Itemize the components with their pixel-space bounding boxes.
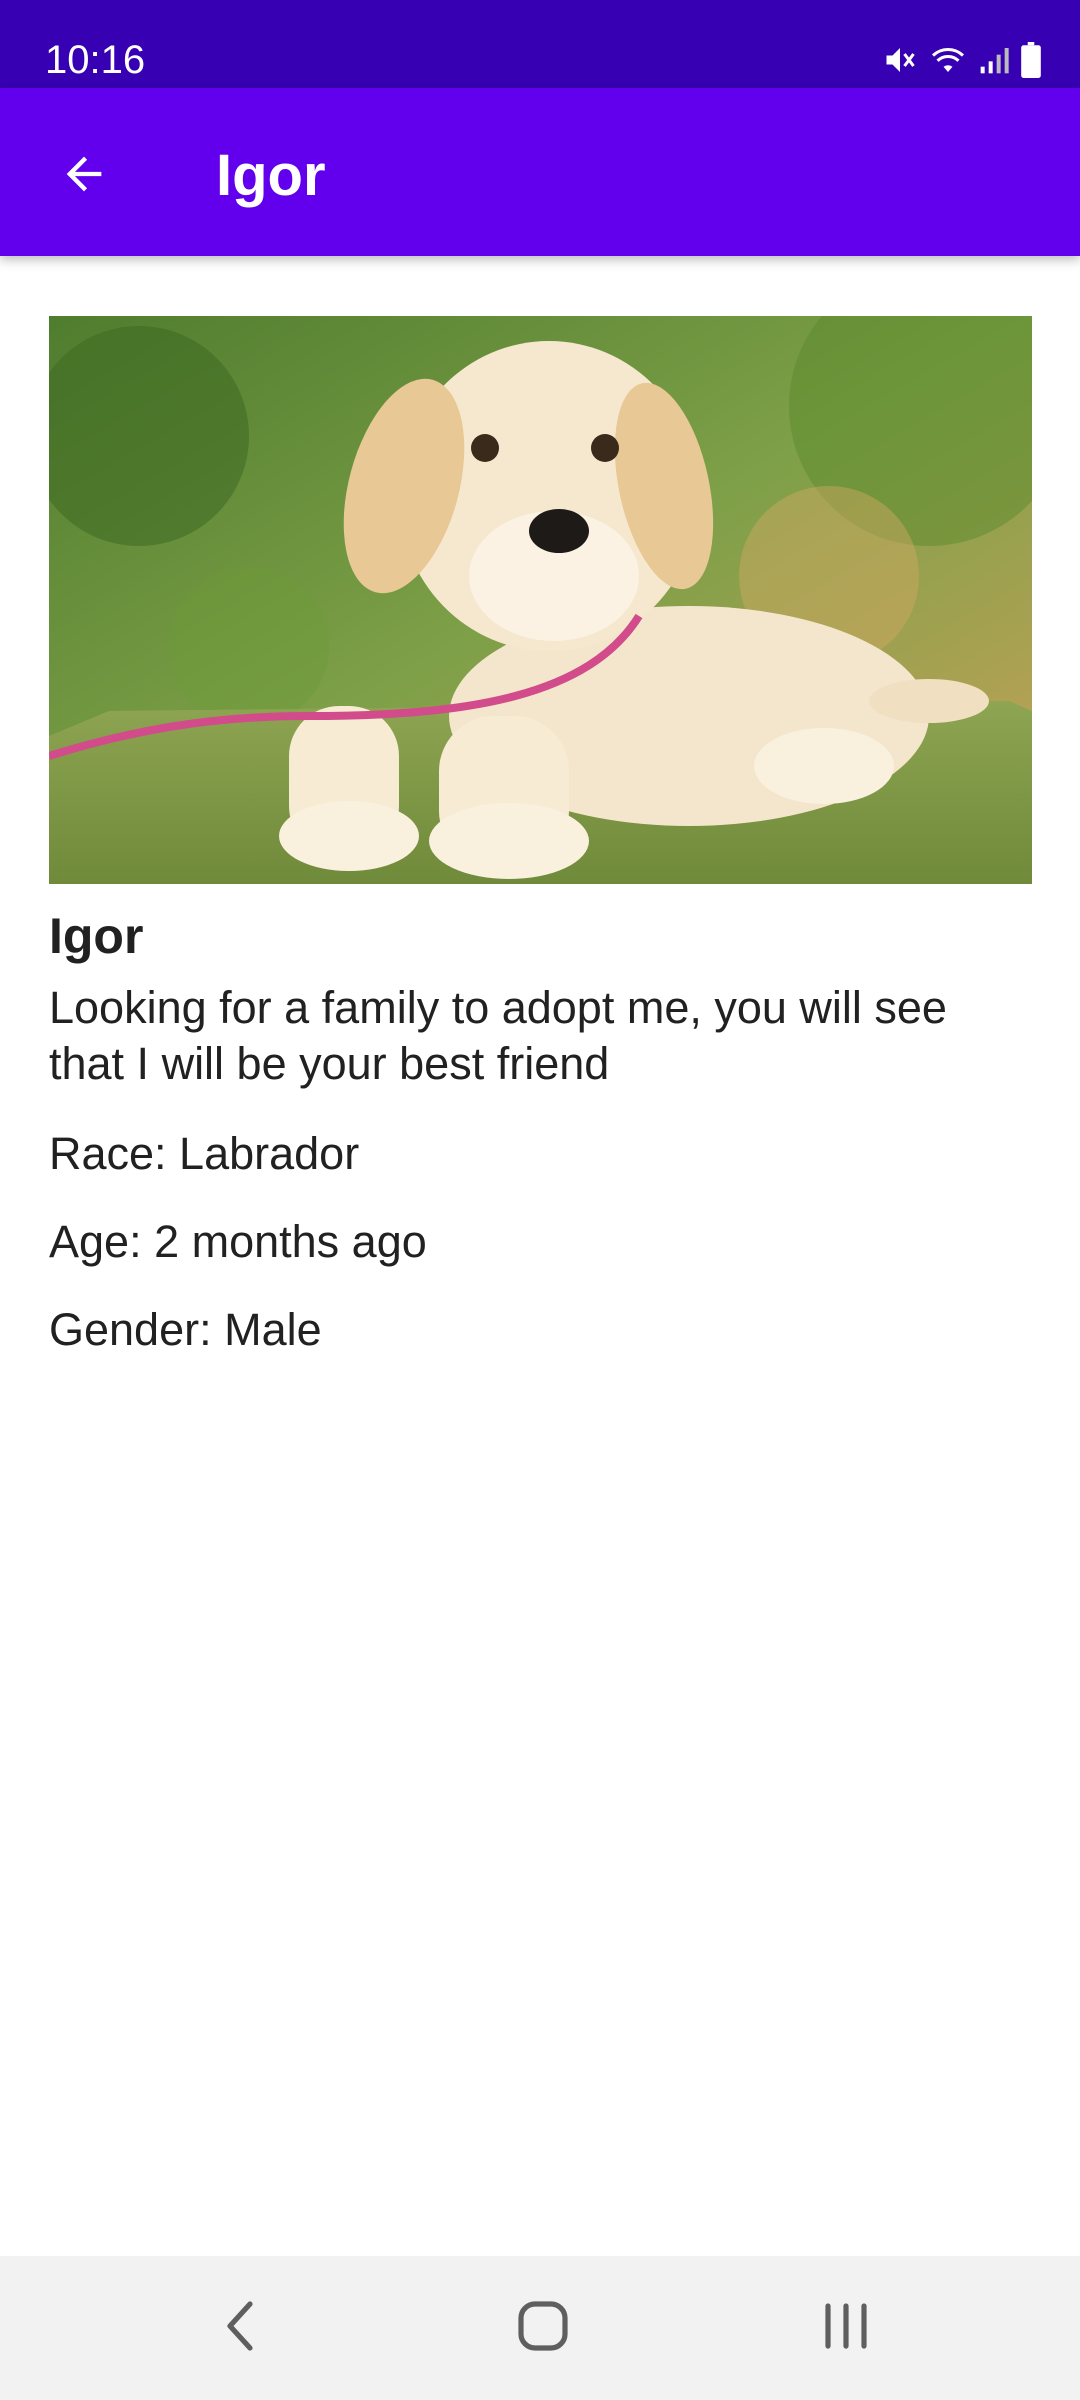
status-bar: 10:16	[0, 0, 1080, 88]
pet-gender: Gender: Male	[49, 1304, 322, 1355]
status-icons	[882, 40, 1042, 80]
nav-recents-button[interactable]	[796, 2278, 896, 2378]
system-nav-bar	[0, 2256, 1080, 2400]
signal-icon	[978, 42, 1010, 78]
arrow-back-icon	[58, 148, 110, 205]
nav-recents-icon	[818, 2298, 874, 2359]
pet-description: Looking for a family to adopt me, you wi…	[49, 982, 947, 1089]
pet-photo	[49, 316, 1032, 884]
mute-icon	[882, 42, 918, 78]
nav-home-icon	[515, 2298, 571, 2359]
app-bar: Igor	[0, 88, 1080, 256]
pet-race: Race: Labrador	[49, 1128, 360, 1179]
pet-age: Age: 2 months ago	[49, 1216, 427, 1267]
page-title: Igor	[216, 143, 326, 208]
pet-name: Igor	[49, 908, 144, 964]
nav-back-button[interactable]	[190, 2278, 290, 2378]
nav-home-button[interactable]	[493, 2278, 593, 2378]
status-time: 10:16	[45, 38, 146, 82]
pet-detail-content: Igor Looking for a family to adopt me, y…	[49, 316, 1032, 1358]
battery-icon	[1020, 42, 1042, 78]
back-button[interactable]	[36, 128, 132, 224]
wifi-icon	[928, 42, 968, 78]
nav-back-icon	[220, 2298, 260, 2359]
screen: 10:16 Igor Igor Looking for a family to …	[0, 0, 1080, 2400]
